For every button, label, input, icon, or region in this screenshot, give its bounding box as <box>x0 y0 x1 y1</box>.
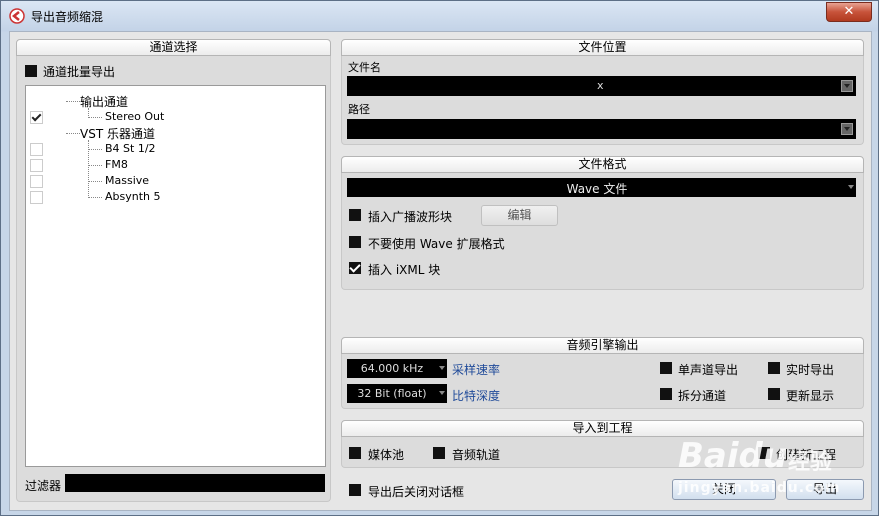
update-display-checkbox[interactable] <box>768 388 780 400</box>
insert-broadcast-checkbox[interactable] <box>349 209 361 221</box>
tree-connector <box>88 181 102 182</box>
tree-item-stereo-out[interactable]: Stereo Out <box>105 110 164 123</box>
sample-rate-select[interactable]: 64.000 kHz <box>347 359 447 378</box>
filename-field[interactable]: x <box>347 76 856 96</box>
split-channels-label: 拆分通道 <box>678 389 727 403</box>
path-label: 路径 <box>348 103 370 116</box>
filter-input[interactable] <box>65 474 325 492</box>
path-dropdown-icon[interactable] <box>841 123 853 135</box>
tree-item-checkbox[interactable] <box>30 143 43 156</box>
tree-item-massive[interactable]: Massive <box>105 174 149 187</box>
tree-group-output[interactable]: 输出通道 <box>80 93 128 110</box>
file-format-dropdown-icon[interactable] <box>848 185 854 189</box>
tree-connector <box>66 133 80 134</box>
filename-dropdown-icon[interactable] <box>841 80 853 92</box>
close-after-export-label: 导出后关闭对话框 <box>368 485 465 499</box>
watermark-sub: 经验 <box>788 450 833 475</box>
bit-depth-select[interactable]: 32 Bit (float) <box>347 384 447 403</box>
watermark-brand: Baidu <box>678 436 788 476</box>
sample-rate-label: 采样速率 <box>452 363 501 377</box>
tree-group-vst[interactable]: VST 乐器通道 <box>80 125 155 142</box>
pool-label: 媒体池 <box>368 448 405 462</box>
filename-label: 文件名 <box>348 61 381 74</box>
mono-export-label: 单声道导出 <box>678 363 739 377</box>
cubase-logo-icon <box>9 8 25 24</box>
audio-track-label: 音频轨道 <box>452 448 501 462</box>
filename-value: x <box>597 79 604 92</box>
sample-rate-value: 64.000 kHz <box>360 362 424 375</box>
channel-tree[interactable]: 输出通道 Stereo Out VST 乐器通道 B4 St 1/2 FM8 M… <box>25 85 326 467</box>
dialog-client: 通道选择 通道批量导出 输出通道 Stereo Out VST 乐器通道 B4 … <box>9 31 872 511</box>
channel-selection-header: 通道选择 <box>16 39 331 56</box>
insert-ixml-checkbox[interactable] <box>349 262 361 274</box>
window-title: 导出音频缩混 <box>31 10 104 24</box>
tree-connector <box>88 165 102 166</box>
file-format-value: Wave 文件 <box>566 182 628 196</box>
path-field[interactable] <box>347 119 856 139</box>
realtime-export-checkbox[interactable] <box>768 362 780 374</box>
update-display-label: 更新显示 <box>786 389 835 403</box>
insert-ixml-label: 插入 iXML 块 <box>368 263 441 277</box>
tree-item-absynth[interactable]: Absynth 5 <box>105 190 161 203</box>
batch-export-checkbox[interactable] <box>25 65 37 77</box>
bit-depth-label: 比特深度 <box>452 389 501 403</box>
tree-item-fm8[interactable]: FM8 <box>105 158 128 171</box>
insert-broadcast-label: 插入广播波形块 <box>368 210 453 224</box>
bit-depth-dropdown-icon[interactable] <box>439 391 445 395</box>
tree-connector <box>88 117 102 118</box>
export-audio-mixdown-window: 导出音频缩混 ✕ 通道选择 通道批量导出 输出通道 Stereo Out VST… <box>0 0 879 516</box>
tree-connector <box>66 101 80 102</box>
file-format-select[interactable]: Wave 文件 <box>347 178 856 197</box>
file-location-header: 文件位置 <box>341 39 864 56</box>
import-project-header: 导入到工程 <box>341 420 864 437</box>
stereo-out-checkbox[interactable] <box>30 111 43 124</box>
split-channels-checkbox[interactable] <box>660 388 672 400</box>
realtime-export-label: 实时导出 <box>786 363 835 377</box>
close-after-export-checkbox[interactable] <box>349 484 361 496</box>
bit-depth-value: 32 Bit (float) <box>357 387 427 400</box>
batch-export-label: 通道批量导出 <box>43 65 116 79</box>
title-bar[interactable]: 导出音频缩混 ✕ <box>1 1 878 31</box>
watermark-url: jingyan.baidu.com <box>678 480 841 496</box>
sample-rate-dropdown-icon[interactable] <box>439 366 445 370</box>
no-wave-ext-checkbox[interactable] <box>349 236 361 248</box>
tree-item-checkbox[interactable] <box>30 159 43 172</box>
filter-label: 过滤器 <box>25 479 62 493</box>
audio-engine-header: 音频引擎输出 <box>341 337 864 354</box>
no-wave-ext-label: 不要使用 Wave 扩展格式 <box>368 237 505 251</box>
edit-button[interactable]: 编辑 <box>481 205 558 226</box>
tree-item-checkbox[interactable] <box>30 191 43 204</box>
tree-item-b4[interactable]: B4 St 1/2 <box>105 142 156 155</box>
audio-track-checkbox[interactable] <box>433 447 445 459</box>
window-close-button[interactable]: ✕ <box>826 2 872 22</box>
tree-connector <box>88 197 102 198</box>
tree-item-checkbox[interactable] <box>30 175 43 188</box>
pool-checkbox[interactable] <box>349 447 361 459</box>
mono-export-checkbox[interactable] <box>660 362 672 374</box>
file-format-header: 文件格式 <box>341 156 864 173</box>
tree-connector <box>88 149 102 150</box>
